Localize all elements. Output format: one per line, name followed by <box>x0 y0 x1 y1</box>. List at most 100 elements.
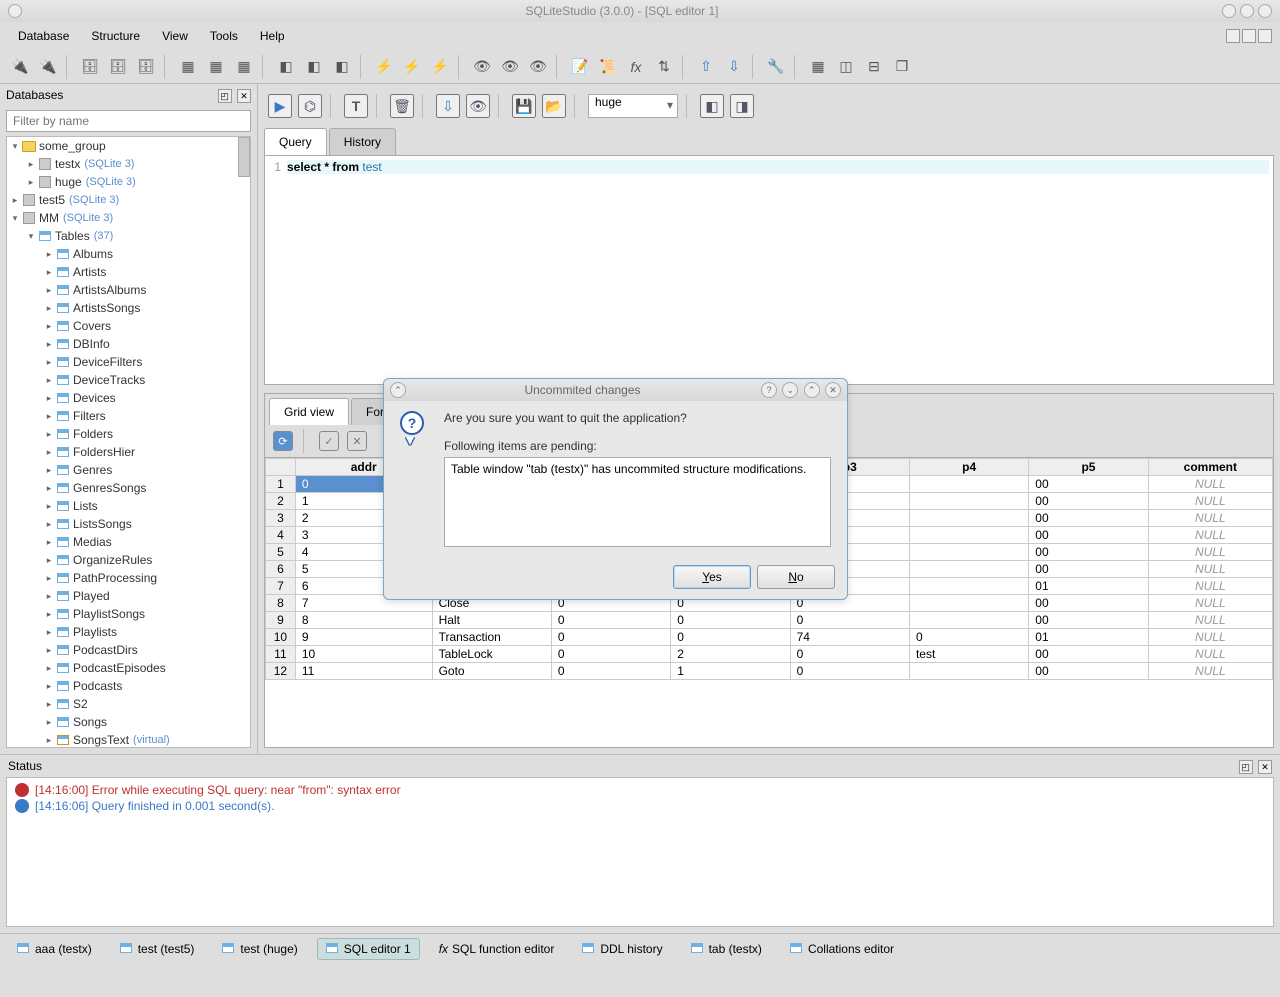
tree-table[interactable]: ▸Artists <box>7 263 250 281</box>
dialog-close-icon[interactable]: ✕ <box>825 382 841 398</box>
taskbar-item[interactable]: fxSQL function editor <box>430 938 564 960</box>
db-filter-input[interactable] <box>6 110 251 132</box>
tree-table[interactable]: ▸Filters <box>7 407 250 425</box>
tree-table[interactable]: ▸Played <box>7 587 250 605</box>
tree-table[interactable]: ▸PodcastDirs <box>7 641 250 659</box>
tree-tables-node[interactable]: Tables <box>55 229 90 243</box>
sql-editor-icon[interactable]: 📝 <box>568 55 592 79</box>
menu-help[interactable]: Help <box>250 25 295 47</box>
tree-table[interactable]: ▸PathProcessing <box>7 569 250 587</box>
tree-table[interactable]: ▸Genres <box>7 461 250 479</box>
db-disconnect-icon[interactable]: 🔌 <box>36 55 60 79</box>
dialog-help-icon[interactable]: ? <box>761 382 777 398</box>
tree-table[interactable]: ▸GenresSongs <box>7 479 250 497</box>
tile-v-icon[interactable]: ⊟ <box>862 55 886 79</box>
tree-table[interactable]: ▸ListsSongs <box>7 515 250 533</box>
tree-table[interactable]: ▸PlaylistSongs <box>7 605 250 623</box>
taskbar-item[interactable]: SQL editor 1 <box>317 938 420 960</box>
tree-table[interactable]: ▸Covers <box>7 317 250 335</box>
maximize-icon[interactable] <box>1240 4 1254 18</box>
status-float-icon[interactable]: ◰ <box>1239 760 1253 774</box>
tree-table[interactable]: ▸Podcasts <box>7 677 250 695</box>
table-add-icon[interactable]: ▦ <box>176 55 200 79</box>
tree-table[interactable]: ▸ArtistsSongs <box>7 299 250 317</box>
taskbar-item[interactable]: tab (testx) <box>682 938 771 960</box>
table-row[interactable]: 1110TableLock020test00NULL <box>266 646 1273 663</box>
table-row[interactable]: 1211Goto01000NULL <box>266 663 1273 680</box>
menu-structure[interactable]: Structure <box>81 25 150 47</box>
index-add-icon[interactable]: ◧ <box>274 55 298 79</box>
scrollbar-handle[interactable] <box>238 137 250 177</box>
tree-table[interactable]: ▸DeviceTracks <box>7 371 250 389</box>
ddl-history-icon[interactable]: 📜 <box>596 55 620 79</box>
tree-table-songstext[interactable]: SongsText <box>73 733 129 747</box>
view-add-icon[interactable]: 👁 <box>470 55 494 79</box>
mdi-restore-icon[interactable] <box>1242 29 1256 43</box>
table-edit-icon[interactable]: ▦ <box>204 55 228 79</box>
db-edit-icon[interactable]: 🗄 <box>106 55 130 79</box>
dialog-maximize-icon[interactable]: ⌃ <box>804 382 820 398</box>
yes-button[interactable]: Yes <box>673 565 751 589</box>
mdi-close-icon[interactable] <box>1258 29 1272 43</box>
settings-icon[interactable]: 🔧 <box>764 55 788 79</box>
minimize-icon[interactable] <box>1222 4 1236 18</box>
view-delete-icon[interactable]: 👁 <box>526 55 550 79</box>
export-icon[interactable]: ⇩ <box>722 55 746 79</box>
db-add-icon[interactable]: 🗄 <box>78 55 102 79</box>
taskbar-item[interactable]: test (test5) <box>111 938 204 960</box>
status-log[interactable]: [14:16:00] Error while executing SQL que… <box>6 777 1274 927</box>
menu-tools[interactable]: Tools <box>200 25 248 47</box>
table-row[interactable]: 109Transaction0074001NULL <box>266 629 1273 646</box>
taskbar-item[interactable]: Collations editor <box>781 938 903 960</box>
tree-db-huge[interactable]: huge <box>55 175 82 189</box>
panel-float-icon[interactable]: ◰ <box>218 89 232 103</box>
trigger-delete-icon[interactable]: ⚡ <box>428 55 452 79</box>
panel-close-icon[interactable]: ✕ <box>237 89 251 103</box>
tile-icon[interactable]: ▦ <box>806 55 830 79</box>
tree-table[interactable]: ▸Songs <box>7 713 250 731</box>
tree-group[interactable]: some_group <box>39 139 106 153</box>
cascade-icon[interactable]: ❐ <box>890 55 914 79</box>
column-header[interactable]: comment <box>1148 459 1272 476</box>
db-connect-icon[interactable]: 🔌 <box>8 55 32 79</box>
tab-history[interactable]: History <box>329 128 396 155</box>
index-edit-icon[interactable]: ◧ <box>302 55 326 79</box>
taskbar-item[interactable]: test (huge) <box>213 938 306 960</box>
tree-db-testx[interactable]: testx <box>55 157 80 171</box>
sql-editor[interactable]: 1 select * from test <box>264 155 1274 385</box>
explain-icon[interactable]: ⌬ <box>298 94 322 118</box>
tree-table[interactable]: ▸S2 <box>7 695 250 713</box>
taskbar-item[interactable]: DDL history <box>573 938 671 960</box>
app-menu-icon[interactable] <box>8 4 22 18</box>
tree-table[interactable]: ▸OrganizeRules <box>7 551 250 569</box>
import-icon[interactable]: ⇧ <box>694 55 718 79</box>
dialog-minimize-icon[interactable]: ⌄ <box>782 382 798 398</box>
view-edit-icon[interactable]: 👁 <box>498 55 522 79</box>
dialog-collapse-icon[interactable]: ⌃ <box>390 382 406 398</box>
tab-query[interactable]: Query <box>264 128 327 155</box>
commit-icon[interactable]: ✓ <box>319 431 339 451</box>
refresh-icon[interactable]: ⟳ <box>273 431 293 451</box>
tree-table[interactable]: ▸Folders <box>7 425 250 443</box>
prev-db-icon[interactable]: ◧ <box>700 94 724 118</box>
clear-history-icon[interactable]: 🗑 <box>390 94 414 118</box>
trigger-edit-icon[interactable]: ⚡ <box>400 55 424 79</box>
tree-table[interactable]: ▸DeviceFilters <box>7 353 250 371</box>
save-sql-icon[interactable]: 💾 <box>512 94 536 118</box>
create-view-icon[interactable]: 👁 <box>466 94 490 118</box>
tree-table[interactable]: ▸DBInfo <box>7 335 250 353</box>
menu-view[interactable]: View <box>152 25 198 47</box>
load-sql-icon[interactable]: 📂 <box>542 94 566 118</box>
tree-table[interactable]: ▸Devices <box>7 389 250 407</box>
index-delete-icon[interactable]: ◧ <box>330 55 354 79</box>
tree-table[interactable]: ▸Albums <box>7 245 250 263</box>
menu-database[interactable]: Database <box>8 25 79 47</box>
column-header[interactable]: p4 <box>909 459 1028 476</box>
execute-icon[interactable]: ▶ <box>268 94 292 118</box>
collation-editor-icon[interactable]: ⇅ <box>652 55 676 79</box>
db-select[interactable]: huge <box>588 94 678 118</box>
function-editor-icon[interactable]: fx <box>624 55 648 79</box>
taskbar-item[interactable]: aaa (testx) <box>8 938 101 960</box>
tree-table[interactable]: ▸Lists <box>7 497 250 515</box>
rollback-icon[interactable]: ✕ <box>347 431 367 451</box>
